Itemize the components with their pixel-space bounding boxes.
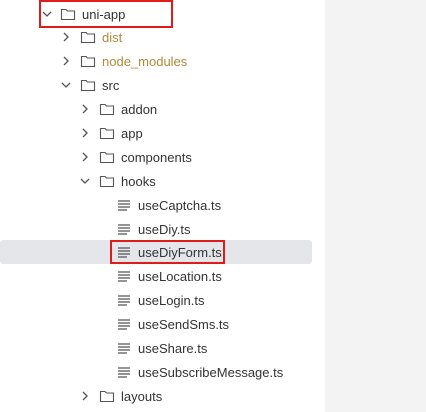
folder-icon bbox=[99, 125, 115, 141]
folder-icon bbox=[60, 6, 76, 22]
chevron-right-icon[interactable] bbox=[60, 31, 72, 43]
chevron-down-icon[interactable] bbox=[60, 79, 72, 91]
tree-item-label: node_modules bbox=[102, 53, 188, 69]
chevron-right-icon[interactable] bbox=[60, 55, 72, 67]
tree-item-label: useDiyForm.ts bbox=[138, 244, 222, 260]
tree-item-app[interactable]: app bbox=[0, 121, 312, 145]
tree-item-uni-app[interactable]: uni-app bbox=[0, 2, 312, 26]
file-lines-icon bbox=[116, 340, 132, 356]
tree-item-label: useSendSms.ts bbox=[138, 316, 230, 332]
chevron-right-icon[interactable] bbox=[79, 151, 91, 163]
tree-item-label: addon bbox=[121, 101, 158, 117]
tree-item-label: layouts bbox=[121, 388, 163, 404]
folder-icon bbox=[99, 101, 115, 117]
tree-item-uselogin[interactable]: useLogin.ts bbox=[0, 288, 312, 312]
folder-icon bbox=[99, 149, 115, 165]
file-lines-icon bbox=[116, 268, 132, 284]
folder-icon bbox=[80, 77, 96, 93]
tree-item-usediy[interactable]: useDiy.ts bbox=[0, 217, 312, 241]
tree-item-useshare[interactable]: useShare.ts bbox=[0, 336, 312, 360]
file-explorer-tree: uni-app dist node_modules src addon app … bbox=[0, 0, 426, 412]
file-lines-icon bbox=[116, 197, 132, 213]
folder-icon bbox=[80, 29, 96, 45]
tree-item-label: useLocation.ts bbox=[138, 268, 222, 284]
chevron-down-icon[interactable] bbox=[79, 175, 91, 187]
tree-item-label: dist bbox=[102, 29, 123, 45]
tree-item-dist[interactable]: dist bbox=[0, 25, 312, 49]
tree-item-addon[interactable]: addon bbox=[0, 97, 312, 121]
tree-item-label: uni-app bbox=[82, 6, 126, 22]
folder-icon bbox=[99, 388, 115, 404]
tree-item-label: components bbox=[121, 149, 192, 165]
tree-item-label: hooks bbox=[121, 173, 156, 189]
file-lines-icon bbox=[116, 221, 132, 237]
folder-icon bbox=[99, 173, 115, 189]
tree-item-components[interactable]: components bbox=[0, 145, 312, 169]
tree-item-label: useLogin.ts bbox=[138, 292, 205, 308]
tree-item-usediyform[interactable]: useDiyForm.ts bbox=[0, 240, 312, 264]
file-lines-icon bbox=[116, 292, 132, 308]
chevron-right-icon[interactable] bbox=[79, 103, 91, 115]
chevron-right-icon[interactable] bbox=[79, 390, 91, 402]
tree-item-label: useShare.ts bbox=[138, 340, 208, 356]
tree-item-usecaptcha[interactable]: useCaptcha.ts bbox=[0, 193, 312, 217]
tree-item-label: src bbox=[102, 77, 120, 93]
tree-item-layouts[interactable]: layouts bbox=[0, 384, 312, 408]
file-lines-icon bbox=[116, 316, 132, 332]
tree-item-usesubscribemessage[interactable]: useSubscribeMessage.ts bbox=[0, 360, 312, 384]
tree-item-label: useDiy.ts bbox=[138, 221, 191, 237]
chevron-down-icon[interactable] bbox=[41, 8, 53, 20]
file-lines-icon bbox=[116, 364, 132, 380]
chevron-right-icon[interactable] bbox=[79, 127, 91, 139]
tree-item-label: useCaptcha.ts bbox=[138, 197, 222, 213]
tree-item-hooks[interactable]: hooks bbox=[0, 169, 312, 193]
tree-item-node-modules[interactable]: node_modules bbox=[0, 49, 312, 73]
tree-item-uselocation[interactable]: useLocation.ts bbox=[0, 264, 312, 288]
tree-item-src[interactable]: src bbox=[0, 73, 312, 97]
folder-icon bbox=[80, 53, 96, 69]
tree-item-label: useSubscribeMessage.ts bbox=[138, 364, 284, 380]
file-lines-icon bbox=[116, 244, 132, 260]
tree-item-label: app bbox=[121, 125, 143, 141]
tree-item-usesendsms[interactable]: useSendSms.ts bbox=[0, 312, 312, 336]
